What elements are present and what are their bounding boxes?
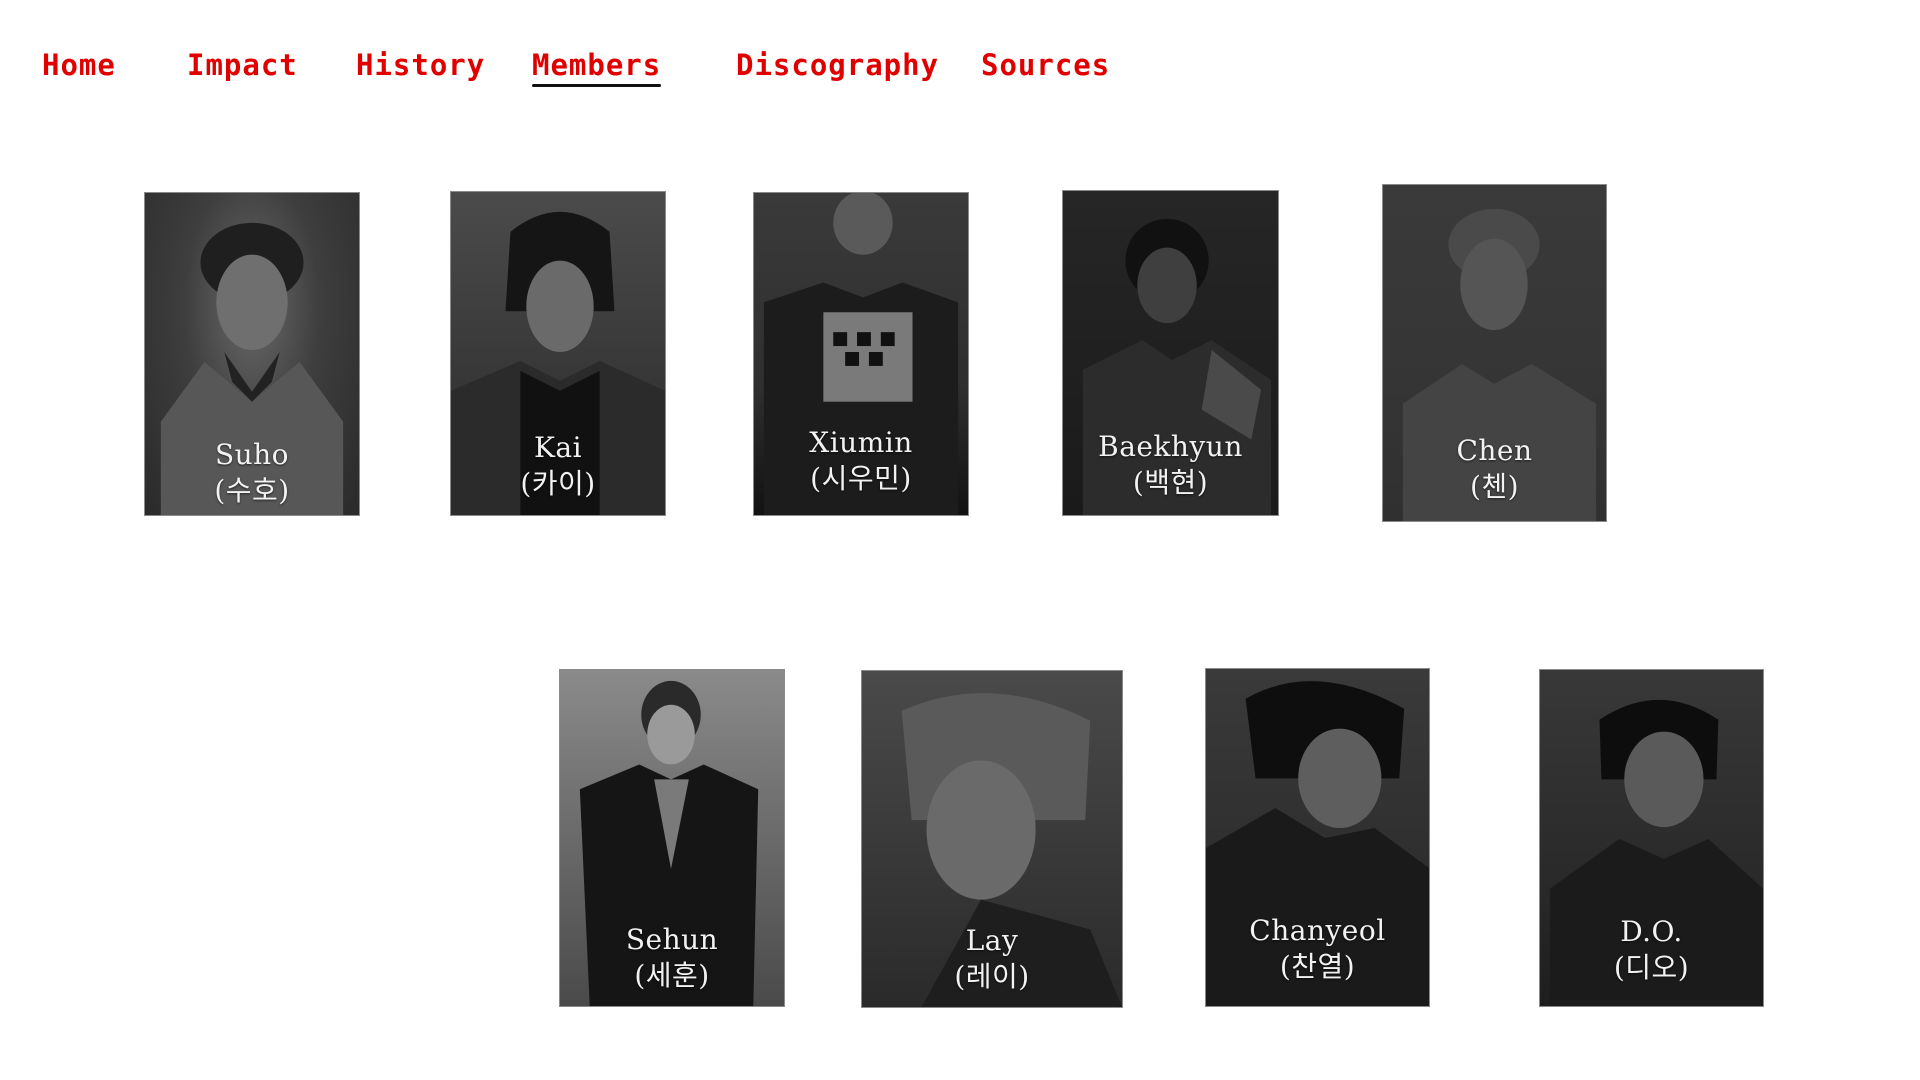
member-korean-name: (디오) <box>1613 951 1690 984</box>
member-label: Xiumin (시우민) <box>754 425 968 497</box>
member-korean-name: (레이) <box>954 960 1030 993</box>
member-card-lay[interactable]: Lay (레이) <box>861 670 1123 1008</box>
nav-link-sources[interactable]: Sources <box>981 47 1110 83</box>
member-label: Baekhyun (백현) <box>1063 429 1278 501</box>
member-label: Chen (첸) <box>1383 433 1606 505</box>
member-label: Sehun (세훈) <box>560 922 784 994</box>
member-name: Chanyeol <box>1249 914 1386 947</box>
member-card-do[interactable]: D.O. (디오) <box>1539 669 1764 1007</box>
member-card-xiumin[interactable]: Xiumin (시우민) <box>753 192 969 516</box>
member-name: Lay <box>965 924 1019 957</box>
member-name: Kai <box>533 431 583 464</box>
member-name: D.O. <box>1620 915 1683 948</box>
member-card-baekhyun[interactable]: Baekhyun (백현) <box>1062 190 1279 516</box>
active-underline <box>532 84 662 87</box>
member-label: Chanyeol (찬열) <box>1206 913 1429 985</box>
member-korean-name: (수호) <box>214 474 290 507</box>
member-card-chanyeol[interactable]: Chanyeol (찬열) <box>1205 668 1430 1007</box>
member-korean-name: (백현) <box>1132 466 1209 499</box>
main-nav: Home Impact History Members Discography … <box>0 0 1920 120</box>
nav-link-members-label: Members <box>532 48 662 82</box>
nav-link-home[interactable]: Home <box>42 47 116 83</box>
member-label: D.O. (디오) <box>1540 914 1763 986</box>
member-korean-name: (시우민) <box>810 462 912 495</box>
member-name: Chen <box>1456 434 1533 467</box>
nav-link-history[interactable]: History <box>356 47 485 83</box>
member-name: Xiumin <box>809 426 913 459</box>
member-name: Baekhyun <box>1098 430 1243 463</box>
member-card-suho[interactable]: Suho (수호) <box>144 192 360 516</box>
nav-link-members[interactable]: Members <box>532 47 662 87</box>
member-card-chen[interactable]: Chen (첸) <box>1382 184 1607 522</box>
member-label: Lay (레이) <box>862 923 1122 995</box>
member-korean-name: (찬열) <box>1279 950 1356 983</box>
nav-link-discography[interactable]: Discography <box>736 47 939 83</box>
nav-link-impact[interactable]: Impact <box>187 47 298 83</box>
member-card-sehun[interactable]: Sehun (세훈) <box>559 669 785 1007</box>
member-korean-name: (카이) <box>520 467 596 500</box>
member-label: Suho (수호) <box>145 437 359 509</box>
member-korean-name: (첸) <box>1469 470 1520 503</box>
member-korean-name: (세훈) <box>634 959 710 992</box>
member-name: Suho <box>214 438 290 471</box>
member-card-kai[interactable]: Kai (카이) <box>450 191 666 516</box>
member-name: Sehun <box>625 923 719 956</box>
member-label: Kai (카이) <box>451 430 665 502</box>
